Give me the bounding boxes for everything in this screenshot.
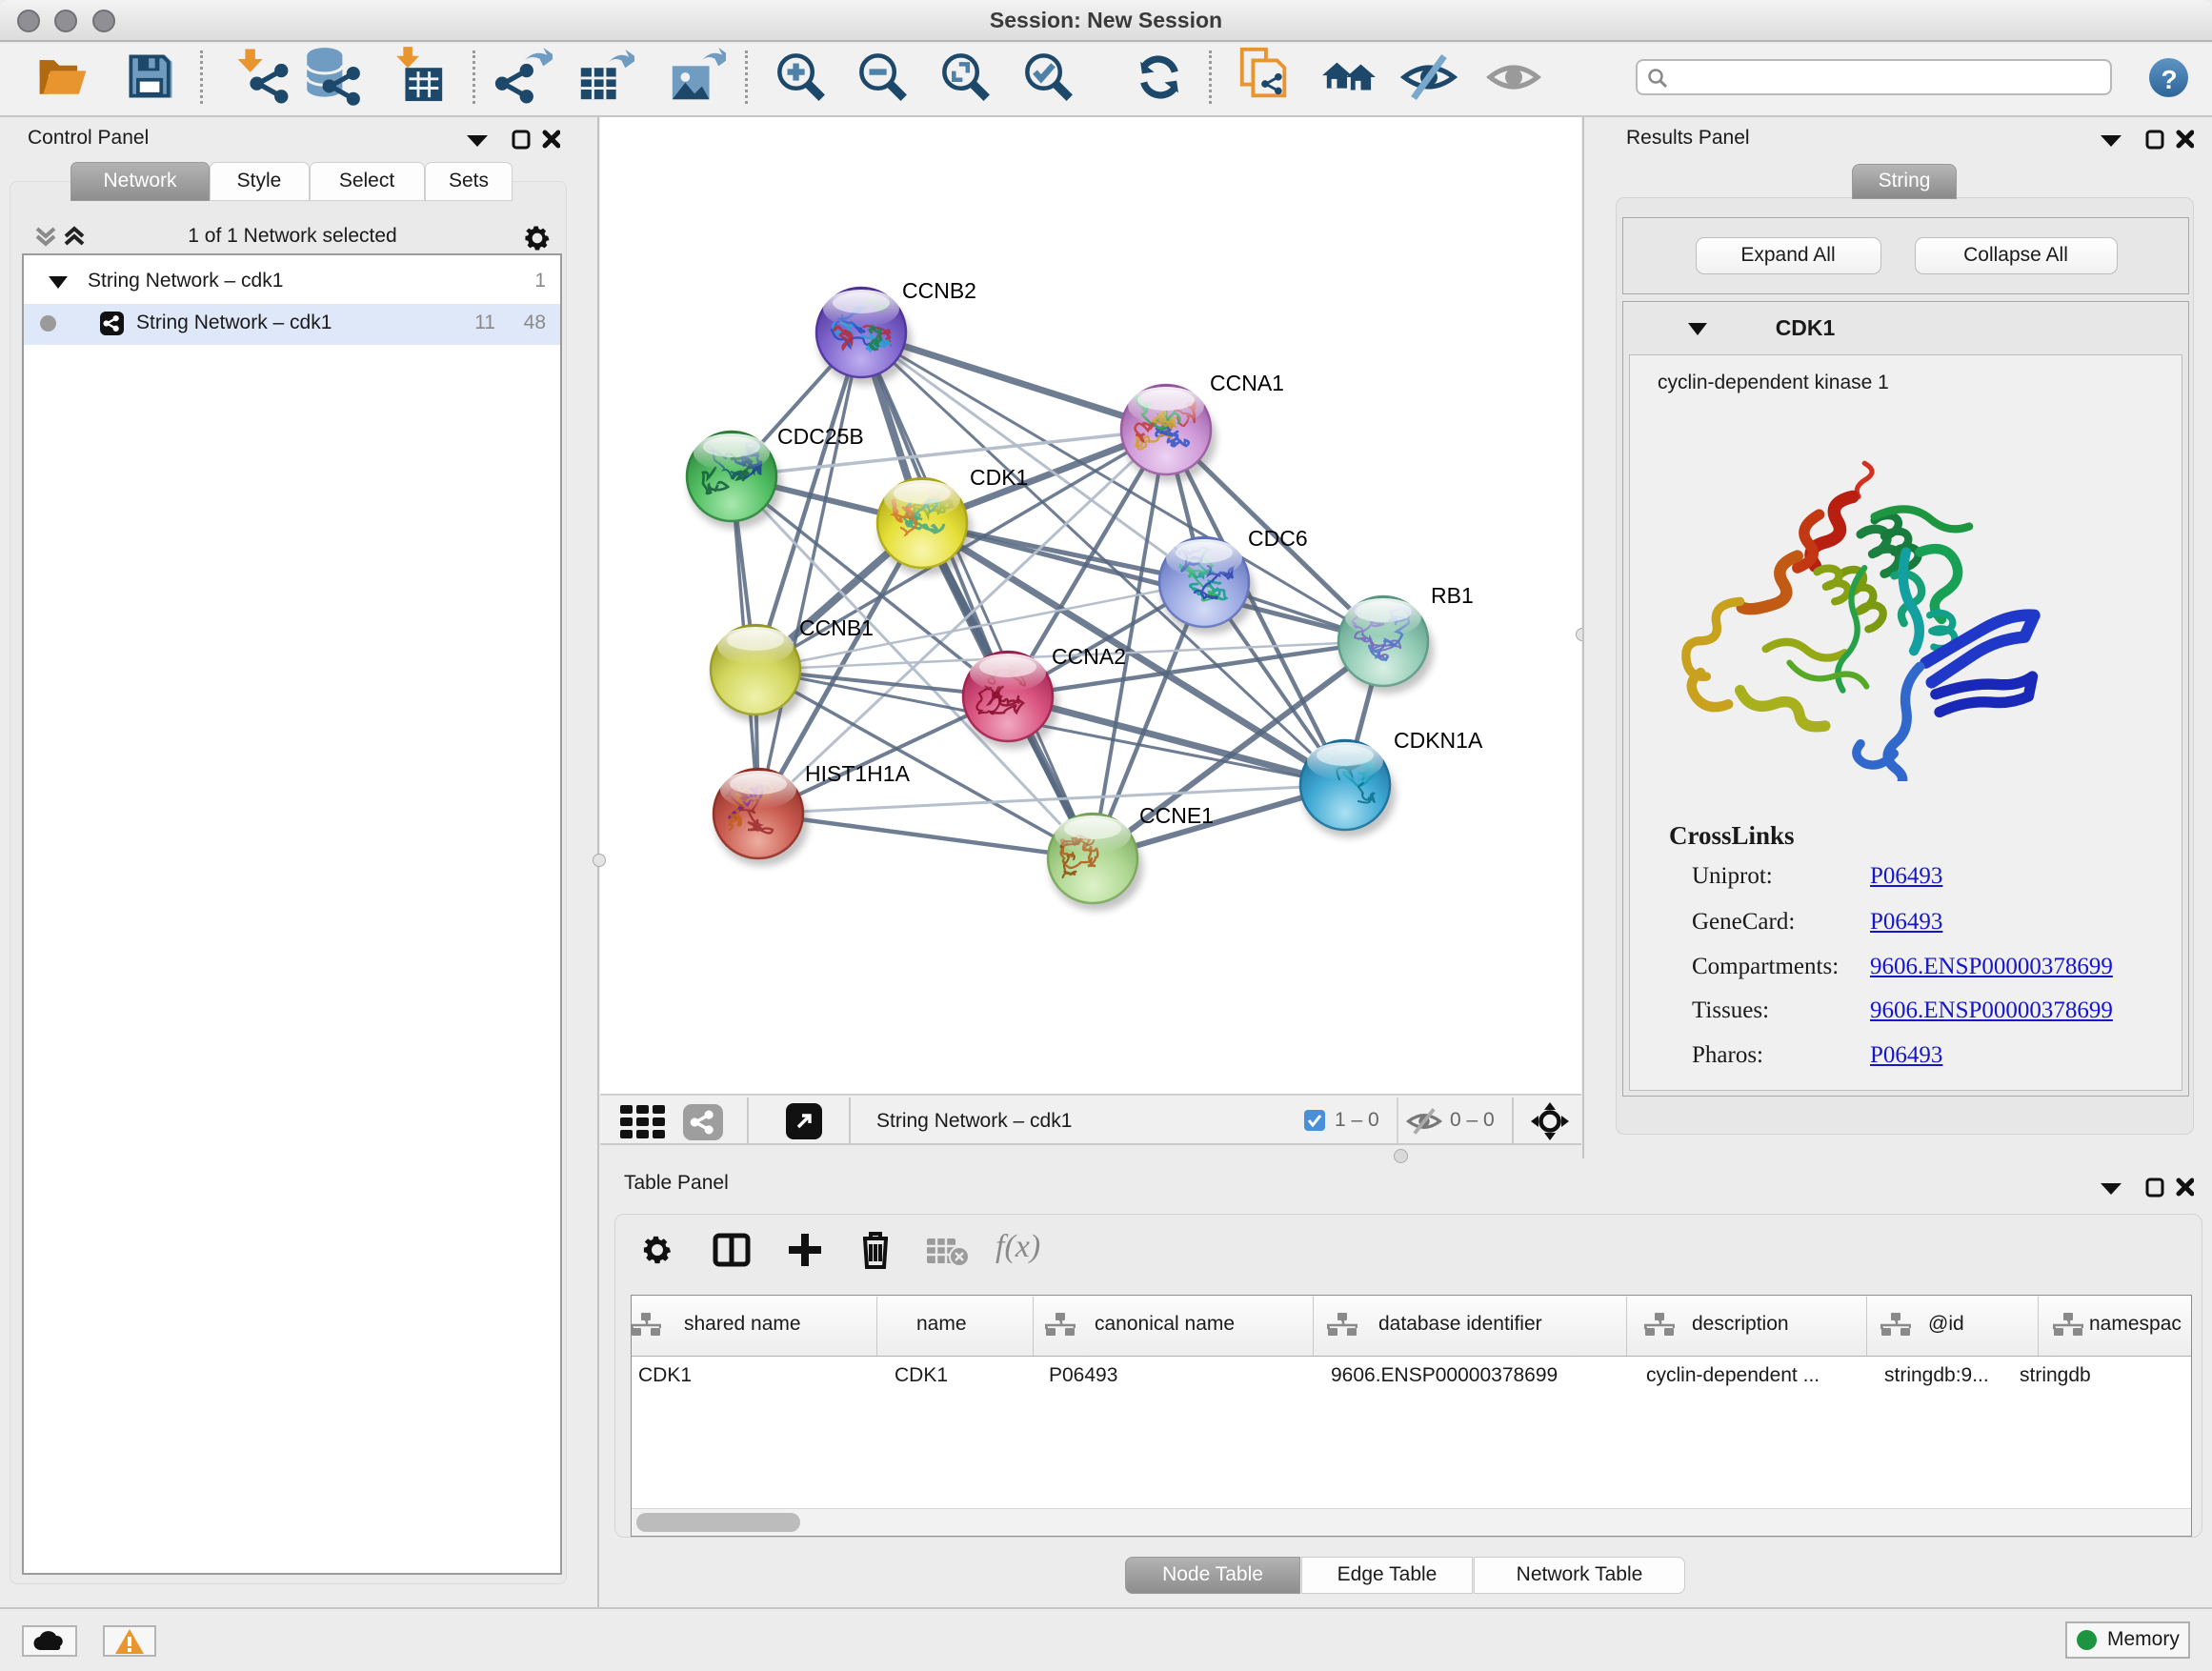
svg-text:CDC25B: CDC25B — [777, 424, 864, 449]
svg-text:CDKN1A: CDKN1A — [1394, 728, 1483, 753]
svg-text:CCNB1: CCNB1 — [799, 615, 874, 640]
svg-text:CCNE1: CCNE1 — [1139, 803, 1214, 828]
svg-text:RB1: RB1 — [1431, 583, 1474, 608]
svg-text:CDC6: CDC6 — [1248, 526, 1308, 551]
svg-text:CCNB2: CCNB2 — [902, 278, 976, 303]
svg-text:CCNA1: CCNA1 — [1210, 371, 1284, 395]
svg-text:CDK1: CDK1 — [970, 465, 1028, 490]
svg-text:HIST1H1A: HIST1H1A — [805, 761, 911, 786]
svg-text:CCNA2: CCNA2 — [1052, 644, 1126, 669]
